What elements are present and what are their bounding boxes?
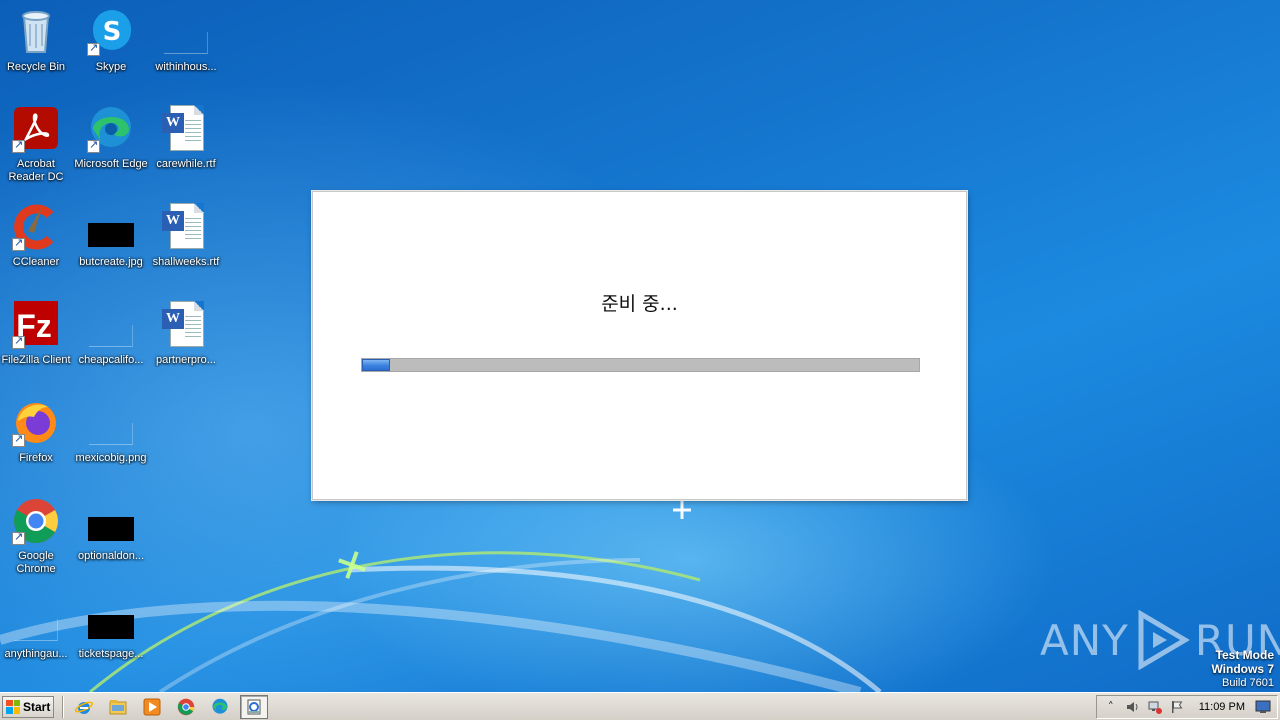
desktop-icon-ccleaner[interactable]: CCleaner [0, 203, 74, 269]
taskbar-edge[interactable] [206, 695, 234, 719]
filezilla-icon: Fz [12, 301, 60, 349]
desktop-icon-label: carewhile.rtf [156, 158, 216, 170]
word-doc-icon: W [162, 105, 210, 153]
show-desktop-icon[interactable] [1255, 699, 1271, 715]
play-logo-icon [1138, 610, 1190, 670]
desktop-icon-recycle-bin[interactable]: Recycle Bin [0, 8, 74, 74]
build-label: Build 7601 [1222, 677, 1274, 689]
edge-icon [87, 105, 135, 153]
desktop-icon-google-chrome[interactable]: Google Chrome [0, 497, 74, 576]
desktop-icon-label: Acrobat Reader DC [8, 158, 64, 183]
preparing-dialog[interactable]: 준비 중... [312, 191, 967, 500]
desktop-icon-label: Microsoft Edge [74, 158, 148, 170]
desktop-icon-ticketspage[interactable]: ticketspage... [73, 595, 149, 661]
desktop-icon-butcreate[interactable]: butcreate.jpg [73, 203, 149, 269]
desktop-icon-carewhile[interactable]: W carewhile.rtf [148, 105, 224, 171]
desktop-icon-label: Skype [95, 61, 127, 73]
progress-bar-fill [362, 359, 390, 371]
taskbar-internet-explorer[interactable] [70, 695, 98, 719]
shortcut-arrow-icon [12, 530, 25, 545]
file-explorer-icon [109, 699, 127, 714]
taskbar-file-explorer[interactable] [104, 695, 132, 719]
desktop-icon-label: Firefox [19, 452, 53, 464]
desktop-icon-cheapcalifo[interactable]: cheapcalifo... [73, 301, 149, 367]
taskbar-separator [62, 695, 64, 718]
desktop-icon-label: mexicobig.png [75, 452, 147, 464]
svg-text:S: S [103, 17, 122, 47]
volume-icon[interactable] [1125, 699, 1141, 715]
shortcut-arrow-icon [12, 432, 25, 447]
shortcut-arrow-icon [12, 236, 25, 251]
os-name-label: Windows 7 [1211, 662, 1274, 676]
desktop-icon-label: optionaldon... [77, 550, 145, 562]
desktop-icon-skype[interactable]: S Skype [73, 8, 149, 74]
internet-explorer-icon [75, 701, 93, 714]
recycle-bin-icon [12, 8, 60, 56]
network-icon[interactable] [1147, 699, 1163, 715]
taskbar: Start ˄ 11:09 PM [0, 692, 1280, 720]
acrobat-icon [12, 105, 60, 153]
blank-file-icon [12, 595, 60, 643]
image-thumbnail-icon [87, 497, 135, 545]
word-doc-icon: W [162, 203, 210, 251]
skype-icon: S [87, 8, 135, 56]
desktop-icon-mexicobig[interactable]: mexicobig.png [73, 399, 149, 465]
taskbar-media-player[interactable] [138, 695, 166, 719]
desktop-icon-label: CCleaner [12, 256, 60, 268]
show-hidden-icons-icon[interactable]: ˄ [1103, 699, 1119, 715]
chrome-icon [177, 698, 195, 715]
desktop-icon-label: Recycle Bin [6, 61, 66, 73]
desktop-icon-label: shallweeks.rtf [152, 256, 220, 268]
desktop-icon-microsoft-edge[interactable]: Microsoft Edge [73, 105, 149, 171]
desktop-icon-optionaldon[interactable]: optionaldon... [73, 497, 149, 563]
desktop-icon-filezilla[interactable]: Fz FileZilla Client [0, 301, 74, 367]
desktop-icon-label: anythingau... [4, 648, 68, 660]
image-thumbnail-icon [87, 203, 135, 251]
progress-bar [361, 358, 920, 372]
shortcut-arrow-icon [12, 138, 25, 153]
desktop-icon-label: partnerpro... [156, 354, 216, 366]
desktop-icon-acrobat[interactable]: Acrobat Reader DC [0, 105, 74, 184]
desktop-icon-firefox[interactable]: Firefox [0, 399, 74, 465]
edge-icon [212, 698, 228, 714]
test-mode-info: Test Mode Windows 7 Build 7601 [1211, 648, 1274, 690]
desktop-icon-label: cheapcalifo... [78, 354, 144, 366]
installer-icon [247, 699, 261, 714]
ccleaner-icon [12, 203, 60, 251]
system-tray: ˄ 11:09 PM [1095, 694, 1278, 719]
shortcut-arrow-icon [87, 138, 100, 153]
desktop-icon-anythingau[interactable]: anythingau... [0, 595, 74, 661]
blank-file-icon [162, 8, 210, 56]
shortcut-arrow-icon [12, 334, 25, 349]
desktop-icon-partnerpro[interactable]: W partnerpro... [148, 301, 224, 367]
chrome-icon [12, 497, 60, 545]
watermark-text-left: ANY [1040, 615, 1129, 665]
taskbar-installer[interactable] [240, 694, 268, 719]
start-button[interactable]: Start [2, 695, 54, 718]
test-mode-label: Test Mode [1215, 648, 1274, 662]
media-player-icon [143, 698, 161, 715]
firefox-icon [12, 399, 60, 447]
desktop-icon-label: withinhous... [155, 61, 217, 73]
blank-file-icon [87, 399, 135, 447]
dialog-status-text: 준비 중... [601, 293, 678, 315]
desktop-icon-label: Google Chrome [16, 550, 56, 575]
desktop-icon-label: ticketspage... [78, 648, 144, 660]
desktop-icon-withinhous[interactable]: withinhous... [148, 8, 224, 74]
action-center-flag-icon[interactable] [1169, 699, 1185, 715]
taskbar-clock[interactable]: 11:09 PM [1199, 701, 1245, 713]
windows-logo-icon [6, 699, 20, 714]
desktop-icon-shallweeks[interactable]: W shallweeks.rtf [148, 203, 224, 269]
shortcut-arrow-icon [87, 41, 100, 56]
desktop-icon-label: FileZilla Client [1, 354, 71, 366]
blank-file-icon [87, 301, 135, 349]
desktop-icon-label: butcreate.jpg [79, 256, 143, 268]
taskbar-chrome[interactable] [172, 695, 200, 719]
word-doc-icon: W [162, 301, 210, 349]
image-thumbnail-icon [87, 595, 135, 643]
start-label: Start [23, 699, 51, 714]
